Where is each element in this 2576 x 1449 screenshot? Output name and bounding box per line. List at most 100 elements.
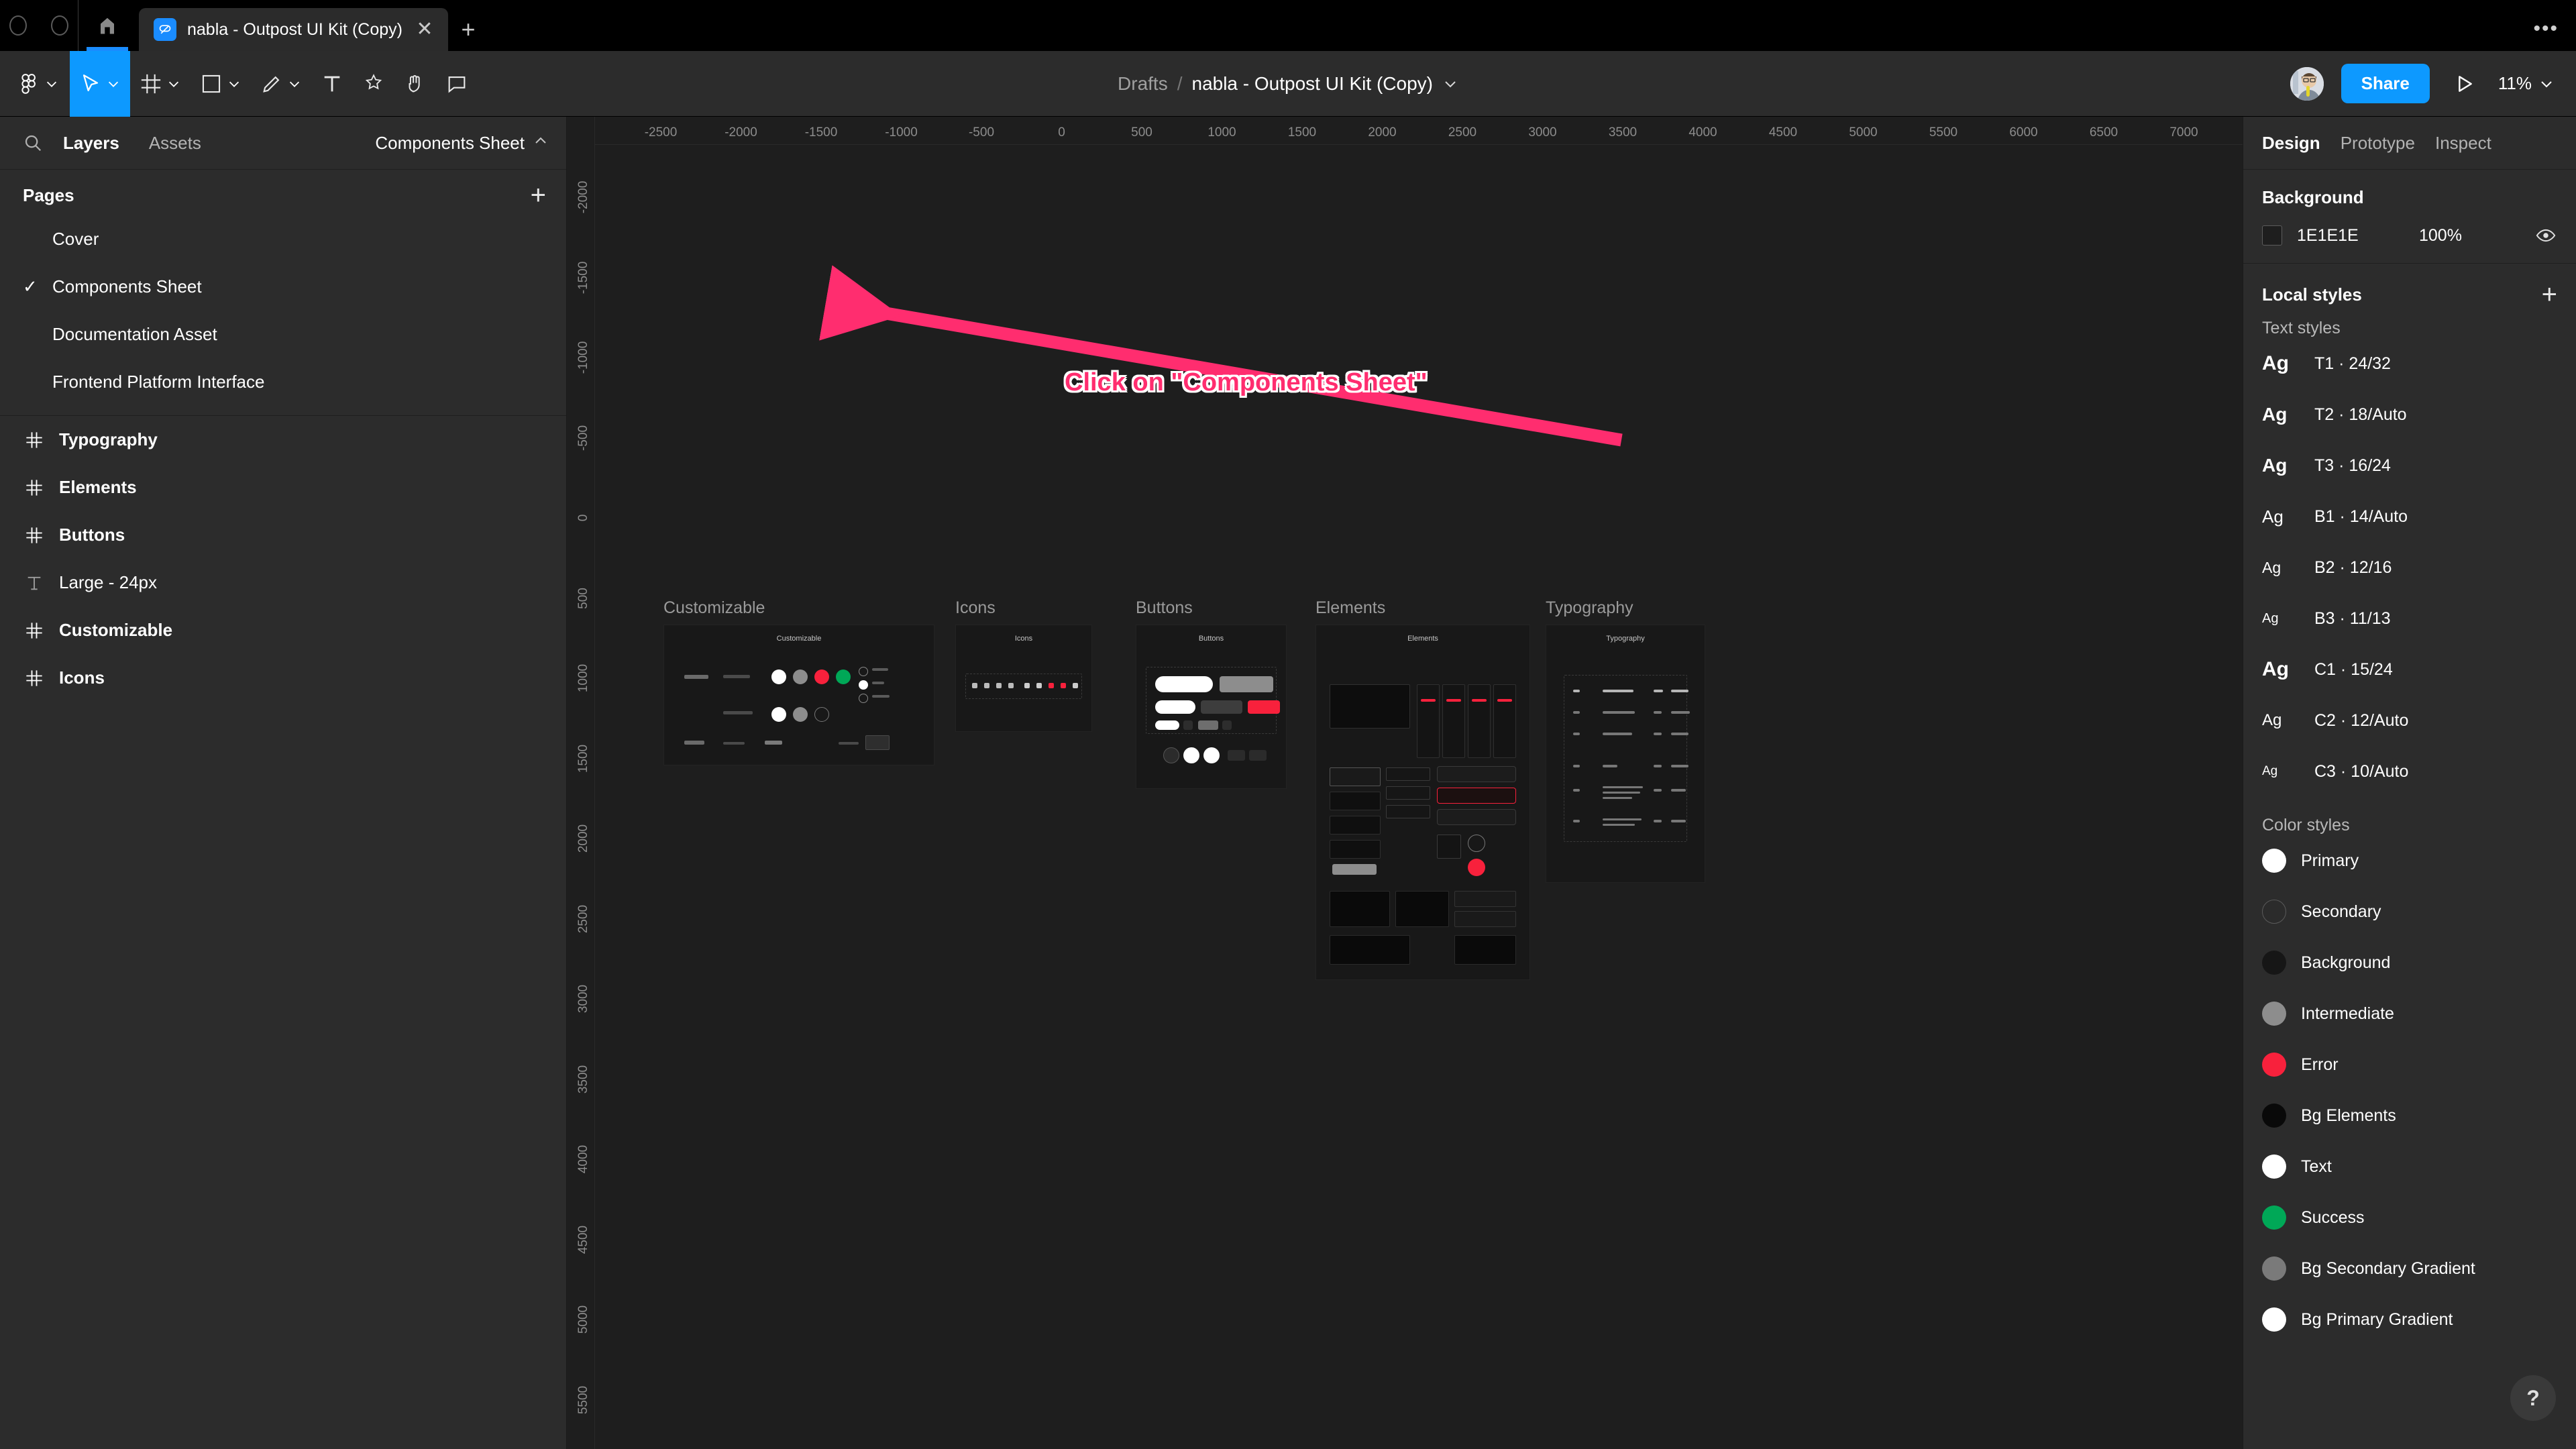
local-styles-heading: Local styles + [2262, 281, 2557, 308]
annotation-label: Click on "Components Sheet" [1065, 368, 1428, 396]
color-swatch [2262, 1053, 2286, 1077]
canvas-content: Customizable Customizable Icons Icons Bu… [595, 145, 2243, 1449]
chevron-down-icon [166, 76, 181, 91]
page-item-documentation-asset[interactable]: Documentation Asset [0, 311, 566, 358]
browser-menu-icon[interactable]: ••• [2533, 17, 2559, 40]
color-style-row[interactable]: Bg Primary Gradient [2243, 1294, 2576, 1345]
page-item-cover[interactable]: Cover [0, 215, 566, 263]
layer-item-customizable[interactable]: Customizable [0, 606, 566, 654]
page-item-label: Components Sheet [52, 276, 202, 297]
text-style-sample: Ag [2262, 764, 2278, 778]
new-tab-button[interactable]: + [448, 8, 488, 51]
text-style-row[interactable]: Ag C1 · 15/24 [2243, 644, 2576, 695]
tab-design[interactable]: Design [2262, 133, 2320, 154]
add-style-button[interactable]: + [2542, 281, 2557, 308]
frame-thumbnail[interactable]: Customizable [663, 625, 934, 765]
page-selector[interactable]: Components Sheet [375, 133, 549, 154]
color-style-row[interactable]: Text [2243, 1141, 2576, 1192]
search-icon[interactable] [17, 133, 48, 153]
text-style-sample: Ag [2262, 352, 2289, 374]
canvas-frame-typography[interactable]: Typography Typography [1546, 598, 1705, 883]
page-item-components-sheet[interactable]: ✓ Components Sheet [0, 263, 566, 311]
text-style-row[interactable]: Ag T3 · 16/24 [2243, 440, 2576, 491]
tab-assets[interactable]: Assets [134, 133, 216, 154]
color-style-row[interactable]: Bg Elements [2243, 1090, 2576, 1141]
tab-inspect[interactable]: Inspect [2435, 133, 2491, 154]
color-style-row[interactable]: Success [2243, 1192, 2576, 1243]
page-item-label: Documentation Asset [52, 324, 217, 344]
shape-tool[interactable] [191, 51, 251, 117]
layer-item-typography[interactable]: Typography [0, 416, 566, 464]
figma-main-menu-button[interactable] [0, 51, 70, 117]
canvas-frame-elements[interactable]: Elements Elements [1316, 598, 1530, 980]
help-button[interactable]: ? [2510, 1375, 2556, 1421]
layer-item-large-24px[interactable]: Large - 24px [0, 559, 566, 606]
close-tab-icon[interactable]: ✕ [413, 18, 436, 41]
file-menu-chevron-down-icon[interactable] [1442, 76, 1458, 92]
text-style-row[interactable]: Ag T2 · 18/Auto [2243, 389, 2576, 440]
tab-layers[interactable]: Layers [48, 133, 134, 154]
back-button[interactable] [9, 15, 27, 36]
text-style-sample: Ag [2262, 404, 2288, 425]
text-style-row[interactable]: Ag C2 · 12/Auto [2243, 695, 2576, 746]
frame-thumbnail[interactable]: Typography [1546, 625, 1705, 883]
frame-thumbnail[interactable]: Buttons [1136, 625, 1287, 789]
layer-item-elements[interactable]: Elements [0, 464, 566, 511]
local-styles-heading-label: Local styles [2262, 284, 2362, 305]
frame-thumbnail[interactable]: Elements [1316, 625, 1530, 980]
background-fill-row[interactable]: 1E1E1E 100% [2262, 225, 2557, 246]
color-style-row[interactable]: Primary [2243, 835, 2576, 886]
frame-tool[interactable] [130, 51, 191, 117]
canvas[interactable]: -2500 -2000 -1500 -1000 -500 0 500 1000 1500 2000… [567, 117, 2243, 1449]
share-button[interactable]: Share [2341, 64, 2430, 103]
text-style-name: C2 · 12/Auto [2314, 710, 2409, 730]
actions-tool[interactable] [353, 51, 394, 117]
tab-prototype[interactable]: Prototype [2341, 133, 2415, 154]
text-style-row[interactable]: Ag C3 · 10/Auto [2243, 746, 2576, 797]
pen-tool[interactable] [251, 51, 311, 117]
background-hex-value[interactable]: 1E1E1E [2297, 226, 2404, 246]
text-style-row[interactable]: Ag B2 · 12/16 [2243, 542, 2576, 593]
text-style-row[interactable]: Ag B3 · 11/13 [2243, 593, 2576, 644]
home-button[interactable] [78, 0, 136, 51]
move-tool[interactable] [70, 50, 130, 117]
background-color-swatch[interactable] [2262, 225, 2282, 246]
breadcrumb-project[interactable]: Drafts [1118, 73, 1168, 95]
text-style-row[interactable]: Ag B1 · 14/Auto [2243, 491, 2576, 542]
text-style-row[interactable]: Ag T1 · 24/32 [2243, 338, 2576, 389]
ruler-tick: 2000 [576, 824, 590, 853]
background-opacity-value[interactable]: 100% [2419, 226, 2520, 246]
avatar[interactable] [2288, 65, 2325, 102]
ruler-tick: -1500 [804, 125, 838, 140]
plugin-icon [365, 73, 382, 90]
browser-tab[interactable]: nabla - Outpost UI Kit (Copy) ✕ [139, 8, 448, 51]
layer-item-icons[interactable]: Icons [0, 654, 566, 702]
frame-thumbnail[interactable]: Icons [955, 625, 1092, 732]
canvas-frame-customizable[interactable]: Customizable Customizable [663, 598, 934, 765]
canvas-frame-icons[interactable]: Icons Icons [955, 598, 1092, 732]
layer-item-buttons[interactable]: Buttons [0, 511, 566, 559]
color-style-name: Bg Secondary Gradient [2301, 1258, 2475, 1278]
color-style-row[interactable]: Bg Secondary Gradient [2243, 1243, 2576, 1294]
present-button[interactable] [2446, 66, 2482, 102]
color-style-row[interactable]: Error [2243, 1039, 2576, 1090]
ruler-tick: 4000 [576, 1144, 590, 1174]
chevron-down-icon [227, 76, 241, 91]
visibility-eye-icon[interactable] [2534, 225, 2557, 246]
page-check-icon: ✓ [23, 276, 38, 297]
breadcrumb-file-name[interactable]: nabla - Outpost UI Kit (Copy) [1191, 73, 1432, 95]
color-style-row[interactable]: Secondary [2243, 886, 2576, 937]
color-style-row[interactable]: Background [2243, 937, 2576, 988]
page-item-frontend-platform-interface[interactable]: Frontend Platform Interface [0, 358, 566, 406]
comment-tool[interactable] [436, 51, 478, 117]
color-style-row[interactable]: Intermediate [2243, 988, 2576, 1039]
zoom-control[interactable]: 11% [2498, 73, 2561, 94]
text-style-name: B1 · 14/Auto [2314, 506, 2408, 526]
forward-button[interactable] [51, 15, 68, 36]
hand-tool[interactable] [394, 51, 436, 117]
chevron-down-icon [106, 76, 121, 91]
ruler-tick: 5500 [576, 1385, 590, 1414]
add-page-button[interactable]: + [531, 182, 546, 209]
text-tool[interactable] [311, 51, 353, 117]
canvas-frame-buttons[interactable]: Buttons Buttons [1136, 598, 1287, 789]
